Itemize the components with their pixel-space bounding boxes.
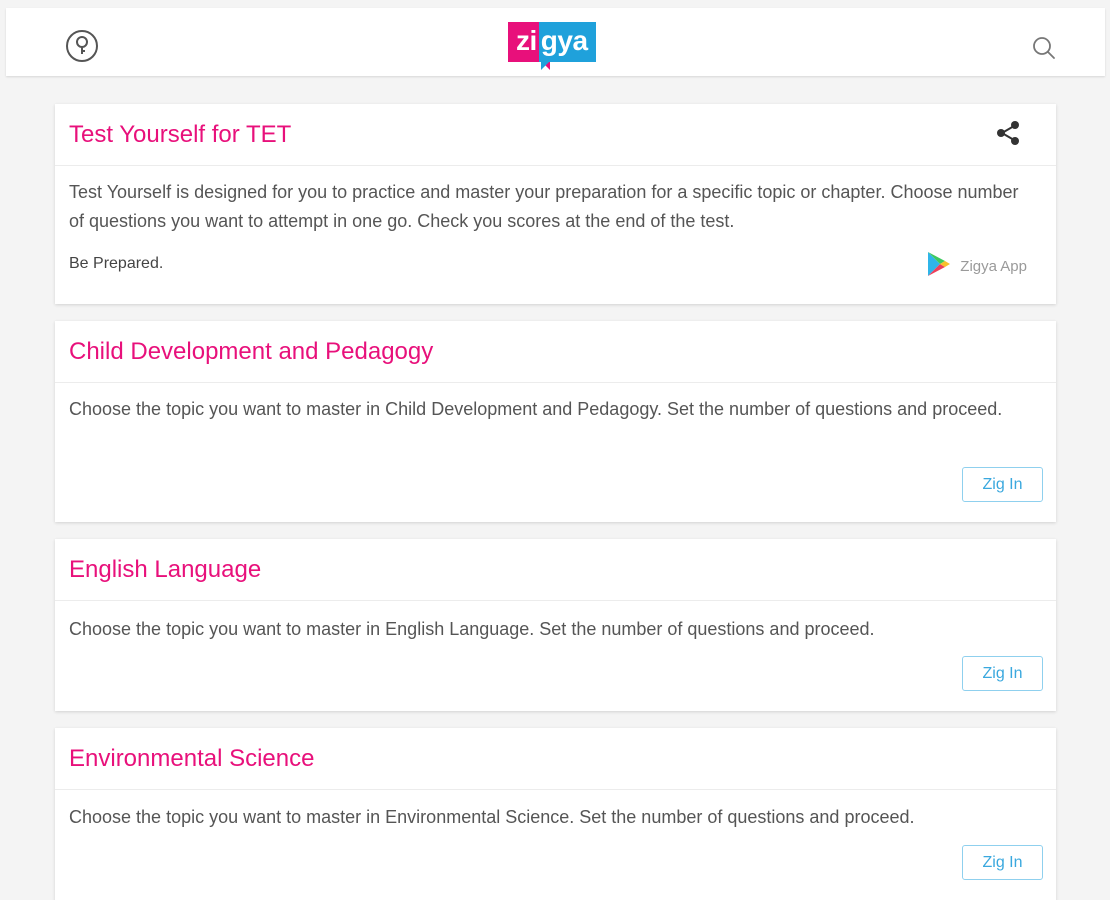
logo-right: gya xyxy=(538,22,596,70)
zigya-app-link[interactable]: Zigya App xyxy=(926,250,1027,283)
zigya-app-label: Zigya App xyxy=(960,258,1027,275)
tagline: Be Prepared. xyxy=(69,255,164,272)
intro-card-description: Test Yourself is designed for you to pra… xyxy=(69,182,1019,231)
page: zi gya Test Yourself for TET Test Yourse… xyxy=(0,0,1110,900)
subject-card-header: Child Development and Pedagogy xyxy=(55,321,1056,383)
subject-title: English Language xyxy=(69,556,262,583)
zig-in-button[interactable]: Zig In xyxy=(962,467,1043,502)
subject-description: Choose the topic you want to master in C… xyxy=(69,399,1003,419)
share-icon xyxy=(994,119,1022,152)
play-store-icon xyxy=(926,250,952,283)
subject-title: Child Development and Pedagogy xyxy=(69,338,434,365)
subject-card-header: English Language xyxy=(55,539,1056,601)
share-button[interactable] xyxy=(992,119,1024,151)
subject-card: Child Development and Pedagogy Choose th… xyxy=(55,321,1056,522)
zig-in-button[interactable]: Zig In xyxy=(962,845,1043,880)
search-icon xyxy=(1031,35,1057,66)
subject-card-header: Environmental Science xyxy=(55,728,1056,790)
subject-card: English Language Choose the topic you wa… xyxy=(55,539,1056,711)
subject-description: Choose the topic you want to master in E… xyxy=(69,807,915,827)
subject-title: Environmental Science xyxy=(69,745,315,772)
intro-card-title: Test Yourself for TET xyxy=(69,121,292,148)
help-button[interactable] xyxy=(62,28,102,68)
intro-card: Test Yourself for TET Test Yourself is d… xyxy=(55,104,1056,304)
intro-card-header: Test Yourself for TET xyxy=(55,104,1056,166)
subject-description: Choose the topic you want to master in E… xyxy=(69,619,875,639)
zig-in-button[interactable]: Zig In xyxy=(962,656,1043,691)
help-circle-icon xyxy=(65,29,99,68)
search-button[interactable] xyxy=(1024,30,1064,70)
zigya-logo[interactable]: zi gya xyxy=(508,22,596,70)
top-header: zi gya xyxy=(6,8,1105,76)
subject-card: Environmental Science Choose the topic y… xyxy=(55,728,1056,900)
logo-left: zi xyxy=(508,22,550,70)
